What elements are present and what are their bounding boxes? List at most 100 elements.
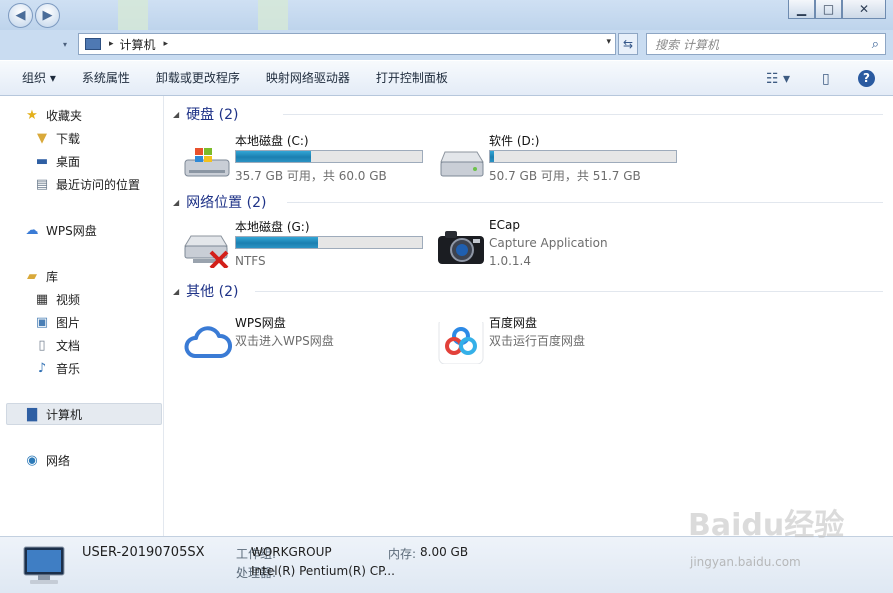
item-description: 双击运行百度网盘 [489, 334, 586, 348]
sidebar-item-label: 收藏夹 [46, 108, 83, 123]
sidebar-item-computer[interactable]: ▇ 计算机 [24, 403, 82, 425]
sidebar-item-wps[interactable]: ☁ WPS网盘 [24, 219, 97, 241]
breadcrumb-arrow-icon[interactable]: ▸ [109, 39, 114, 49]
workgroup-value: WORKGROUP [251, 545, 332, 559]
usage-bar [489, 150, 677, 163]
drive-d[interactable]: 软件 (D:) 50.7 GB 可用，共 51.7 GB [437, 132, 687, 192]
sidebar-item-label: WPS网盘 [46, 223, 97, 238]
memory-label: 内存: [388, 547, 417, 561]
computer-icon: ▇ [27, 406, 37, 422]
hard-drive-windows-icon [184, 148, 230, 177]
map-network-drive-button[interactable]: 映射网络驱动器 [258, 65, 358, 91]
open-control-panel-button[interactable]: 打开控制面板 [368, 65, 456, 91]
network-icon: ◉ [26, 452, 38, 468]
search-input[interactable]: 搜索 计算机 [655, 36, 719, 53]
processor-value: Intel(R) Pentium(R) CP... [251, 564, 395, 578]
maximize-button[interactable]: □ [815, 0, 842, 19]
sidebar-item-favorites[interactable]: ★ 收藏夹 [24, 104, 82, 126]
preview-pane-button[interactable]: ▯ [822, 61, 830, 96]
organize-button[interactable]: 组织 ▾ [14, 65, 64, 91]
computer-name: USER-20190705SX [82, 545, 205, 560]
picture-icon: ▣ [35, 314, 49, 330]
sidebar-item-label: 最近访问的位置 [56, 177, 141, 192]
address-dropdown-icon[interactable]: ▾ [606, 37, 611, 47]
app-name: ECap [489, 218, 520, 232]
sidebar-item-network[interactable]: ◉ 网络 [24, 449, 70, 471]
sidebar-item-downloads[interactable]: ▼ 下载 [34, 127, 80, 149]
sidebar-item-label: 网络 [46, 453, 71, 468]
sidebar-item-documents[interactable]: ▯ 文档 [34, 334, 80, 356]
title-bar: ▁ □ ✕ [0, 0, 893, 30]
sidebar-item-label: 下载 [56, 131, 81, 146]
refresh-button[interactable]: ⇆ [618, 33, 638, 55]
cloud-icon: ☁ [25, 222, 39, 238]
recent-places-icon: ▤ [35, 176, 49, 192]
baidu-netdisk-item[interactable]: 百度网盘 双击运行百度网盘 [437, 314, 687, 374]
drive-name: 本地磁盘 (G:) [235, 220, 310, 234]
forward-button[interactable]: ▶ [35, 3, 60, 28]
sidebar-item-videos[interactable]: ▦ 视频 [34, 288, 80, 310]
sidebar-item-recent[interactable]: ▤ 最近访问的位置 [34, 173, 140, 195]
video-icon: ▦ [35, 291, 49, 307]
sidebar-item-desktop[interactable]: ▬ 桌面 [34, 150, 80, 172]
group-divider [255, 291, 883, 292]
help-icon: ? [858, 70, 875, 87]
group-title: 其他 (2) [186, 284, 239, 300]
ecap-item[interactable]: ECap Capture Application 1.0.1.4 [437, 218, 687, 278]
group-title: 网络位置 (2) [186, 195, 267, 211]
app-version: 1.0.1.4 [489, 254, 531, 268]
view-options-icon: ☷ ▾ [766, 70, 791, 87]
search-icon[interactable]: ⌕ [872, 37, 879, 52]
collapse-icon[interactable]: ◢ [173, 198, 179, 207]
group-header-hard-disks[interactable]: ◢ 硬盘 (2) [173, 104, 883, 124]
sidebar-item-music[interactable]: ♪ 音乐 [34, 357, 80, 379]
help-button[interactable]: ? [858, 61, 875, 96]
app-description: Capture Application [489, 236, 608, 250]
navigation-pane: ★ 收藏夹 ▼ 下载 ▬ 桌面 ▤ 最近访问的位置 ☁ WPS网盘 ▰ 库 ▦ 视频 ▣ 图片 … [0, 96, 164, 536]
close-button[interactable]: ✕ [842, 0, 886, 19]
collapse-icon[interactable]: ◢ [173, 110, 179, 119]
minimize-icon: ▁ [796, 2, 807, 16]
group-header-network-locations[interactable]: ◢ 网络位置 (2) [173, 192, 883, 212]
item-name: WPS网盘 [235, 316, 286, 330]
system-properties-button[interactable]: 系统属性 [74, 65, 138, 91]
star-icon: ★ [26, 107, 38, 123]
usage-bar [235, 236, 423, 249]
title-decoration [118, 0, 148, 30]
maximize-icon: □ [822, 2, 835, 16]
address-bar[interactable]: ▸ 计算机 ▸ ▾ [78, 33, 616, 55]
network-drive-g[interactable]: 本地磁盘 (G:) NTFS [183, 218, 433, 278]
sidebar-item-label: 视频 [56, 292, 81, 307]
usage-bar-fill [490, 151, 494, 162]
group-header-other[interactable]: ◢ 其他 (2) [173, 281, 883, 301]
sidebar-item-libraries[interactable]: ▰ 库 [24, 265, 58, 287]
desktop-icon: ▬ [35, 153, 49, 169]
wps-cloud-item[interactable]: WPS网盘 双击进入WPS网盘 [183, 314, 433, 374]
drive-c[interactable]: 本地磁盘 (C:) 35.7 GB 可用，共 60.0 GB [183, 132, 433, 192]
back-button[interactable]: ◀ [8, 3, 33, 28]
music-icon: ♪ [37, 360, 47, 376]
group-title: 硬盘 (2) [186, 107, 239, 123]
sidebar-item-pictures[interactable]: ▣ 图片 [34, 311, 80, 333]
computer-icon [85, 38, 101, 50]
minimize-button[interactable]: ▁ [788, 0, 815, 19]
usage-bar-fill [236, 237, 318, 248]
change-view-button[interactable]: ☷ ▾ [766, 61, 790, 96]
wps-cloud-icon [184, 326, 232, 358]
drive-space-info: 35.7 GB 可用，共 60.0 GB [235, 169, 387, 183]
drive-name: 软件 (D:) [489, 134, 540, 148]
breadcrumb-computer[interactable]: 计算机 [120, 36, 156, 53]
drive-space-info: 50.7 GB 可用，共 51.7 GB [489, 169, 641, 183]
sidebar-item-label: 库 [46, 269, 59, 284]
item-description: 双击进入WPS网盘 [235, 334, 334, 348]
recent-pages-dropdown[interactable]: ▾ [63, 40, 67, 49]
breadcrumb-arrow-icon[interactable]: ▸ [164, 39, 169, 49]
baidu-watermark-url: jingyan.baidu.com [690, 555, 801, 569]
drive-name: 本地磁盘 (C:) [235, 134, 309, 148]
search-box[interactable]: 搜索 计算机 ⌕ [646, 33, 886, 55]
title-decoration [258, 0, 288, 30]
uninstall-program-button[interactable]: 卸载或更改程序 [148, 65, 248, 91]
camera-icon [438, 231, 484, 264]
sidebar-item-label: 音乐 [56, 361, 81, 376]
collapse-icon[interactable]: ◢ [173, 287, 179, 296]
